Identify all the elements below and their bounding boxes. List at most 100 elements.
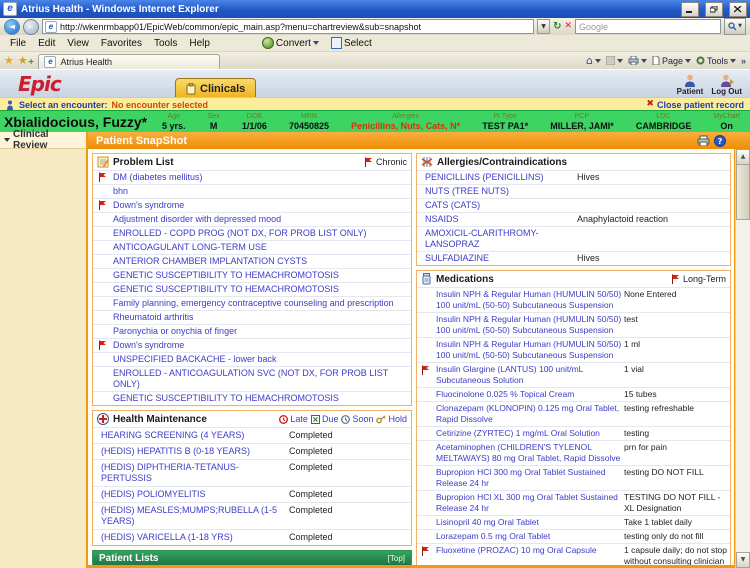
problem-row[interactable]: GENETIC SUSCEPTIBILITY TO HEMACHROMOTOSI… xyxy=(93,391,411,405)
menu-item[interactable]: Edit xyxy=(32,38,61,49)
forward-icon[interactable]: ► xyxy=(23,18,39,35)
medication-name[interactable]: Acetaminophen (CHILDREN'S TYLENOL MELTAW… xyxy=(417,442,624,464)
medication-name[interactable]: Fluocinolone 0.025 % Topical Cream xyxy=(417,389,624,400)
medication-row[interactable]: Insulin Glargine (LANTUS) 100 unit/mL Su… xyxy=(417,362,730,387)
favorites-tab-atrius[interactable]: e Atrius Health xyxy=(38,54,221,69)
close-patient-record-button[interactable]: ✖ Close patient record xyxy=(646,100,744,110)
scrollbar-thumb[interactable] xyxy=(736,164,750,220)
problem-row[interactable]: Rheumatoid arthritis xyxy=(93,310,411,324)
problem-text[interactable]: Adjustment disorder with depressed mood xyxy=(113,214,281,224)
medication-name[interactable]: Bupropion HCl XL 300 mg Oral Tablet Sust… xyxy=(417,492,624,514)
refresh-icon[interactable]: ↻ xyxy=(553,21,561,32)
problem-row[interactable]: Down's syndrome xyxy=(93,198,411,212)
menu-item[interactable]: View xyxy=(61,38,95,49)
allergy-name[interactable]: NSAIDS xyxy=(417,214,577,225)
feeds-button[interactable] xyxy=(605,56,623,65)
hm-topic[interactable]: (HEDIS) VARICELLA (1-18 YRS) xyxy=(93,532,289,543)
medication-row[interactable]: Fluocinolone 0.025 % Topical Cream 15 tu… xyxy=(417,387,730,401)
problem-text[interactable]: Family planning, emergency contraceptive… xyxy=(113,298,394,308)
medication-row[interactable]: Bupropion HCl XL 300 mg Oral Tablet Sust… xyxy=(417,490,730,515)
hm-topic[interactable]: (HEDIS) POLIOMYELITIS xyxy=(93,489,289,500)
search-box[interactable]: Google xyxy=(575,19,721,34)
health-maintenance-row[interactable]: (HEDIS) MEASLES;MUMPS;RUBELLA (1-5 YEARS… xyxy=(93,502,411,529)
health-maintenance-row[interactable]: (HEDIS) DIPHTHERIA-TETANUS-PERTUSSIS Com… xyxy=(93,459,411,486)
menu-item[interactable]: Help xyxy=(183,38,216,49)
allergy-name[interactable]: CATS (CATS) xyxy=(417,200,577,211)
problem-text[interactable]: GENETIC SUSCEPTIBILITY TO HEMACHROMOTOSI… xyxy=(113,270,339,280)
medication-row[interactable]: Clonazepam (KLONOPIN) 0.125 mg Oral Tabl… xyxy=(417,401,730,426)
convert-button[interactable]: Convert xyxy=(256,37,325,49)
problem-row[interactable]: ENROLLED - ANTICOAGULATION SVC (NOT DX, … xyxy=(93,366,411,391)
health-maintenance-row[interactable]: (HEDIS) HEPATITIS B (0-18 YEARS) Complet… xyxy=(93,443,411,459)
problem-row[interactable]: Adjustment disorder with depressed mood xyxy=(93,212,411,226)
medication-row[interactable]: Insulin NPH & Regular Human (HUMULIN 50/… xyxy=(417,312,730,337)
close-button[interactable] xyxy=(729,1,747,17)
medication-name[interactable]: Lorazepam 0.5 mg Oral Tablet xyxy=(417,531,624,542)
problem-text[interactable]: ENROLLED - COPD PROG (NOT DX, FOR PROB L… xyxy=(113,228,367,238)
medication-row[interactable]: Acetaminophen (CHILDREN'S TYLENOL MELTAW… xyxy=(417,440,730,465)
problem-row[interactable]: Paronychia or onychia of finger xyxy=(93,324,411,338)
problem-text[interactable]: Down's syndrome xyxy=(113,340,184,350)
problem-row[interactable]: UNSPECIFIED BACKACHE - lower back xyxy=(93,352,411,366)
tools-menu-button[interactable]: Tools xyxy=(696,56,736,66)
favorites-center-icon[interactable]: ★ xyxy=(4,55,14,66)
problem-row[interactable]: DM (diabetes mellitus) xyxy=(93,170,411,184)
allergy-row[interactable]: SULFADIAZINE Hives xyxy=(417,251,730,265)
problem-text[interactable]: GENETIC SUSCEPTIBILITY TO HEMACHROMOTOSI… xyxy=(113,393,339,403)
medication-name[interactable]: Insulin NPH & Regular Human (HUMULIN 50/… xyxy=(417,289,624,311)
medication-row[interactable]: Insulin NPH & Regular Human (HUMULIN 50/… xyxy=(417,337,730,362)
allergy-name[interactable]: SULFADIAZINE xyxy=(417,253,577,264)
problem-row[interactable]: ENROLLED - COPD PROG (NOT DX, FOR PROB L… xyxy=(93,226,411,240)
allergy-row[interactable]: NUTS (TREE NUTS) xyxy=(417,184,730,198)
medication-name[interactable]: Clonazepam (KLONOPIN) 0.125 mg Oral Tabl… xyxy=(417,403,624,425)
menu-item[interactable]: Tools xyxy=(148,38,183,49)
problem-text[interactable]: ENROLLED - ANTICOAGULATION SVC (NOT DX, … xyxy=(113,368,388,389)
medication-name[interactable]: Insulin NPH & Regular Human (HUMULIN 50/… xyxy=(417,339,624,361)
encounter-prompt[interactable]: Select an encounter: xyxy=(19,100,108,110)
convert-dropdown-icon[interactable] xyxy=(312,41,319,45)
page-menu-button[interactable]: Page xyxy=(652,56,691,66)
problem-text[interactable]: Down's syndrome xyxy=(113,200,184,210)
medication-row[interactable]: Insulin NPH & Regular Human (HUMULIN 50/… xyxy=(417,287,730,312)
allergy-row[interactable]: PENICILLINS (PENICILLINS) Hives xyxy=(417,170,730,184)
problem-row[interactable]: ANTICOAGULANT LONG-TERM USE xyxy=(93,240,411,254)
snapshot-help-icon[interactable]: ? xyxy=(714,134,726,147)
restore-button[interactable] xyxy=(705,1,723,17)
problem-row[interactable]: Family planning, emergency contraceptive… xyxy=(93,296,411,310)
top-link[interactable]: [Top] xyxy=(388,554,405,563)
minimize-button[interactable] xyxy=(681,1,699,17)
add-favorite-icon[interactable]: ★+ xyxy=(18,55,35,66)
menu-item[interactable]: Favorites xyxy=(95,38,148,49)
patient-button[interactable]: Patient xyxy=(677,74,703,96)
hm-topic[interactable]: HEARING SCREENING (4 YEARS) xyxy=(93,430,289,441)
allergy-row[interactable]: AMOXICIL-CLARITHROMY-LANSOPRAZ xyxy=(417,226,730,251)
back-icon[interactable]: ◄ xyxy=(4,18,20,35)
hm-topic[interactable]: (HEDIS) DIPHTHERIA-TETANUS-PERTUSSIS xyxy=(93,462,289,484)
medication-row[interactable]: Cetirizine (ZYRTEC) 1 mg/mL Oral Solutio… xyxy=(417,426,730,440)
hm-topic[interactable]: (HEDIS) HEPATITIS B (0-18 YEARS) xyxy=(93,446,289,457)
problem-text[interactable]: UNSPECIFIED BACKACHE - lower back xyxy=(113,354,277,364)
chevron-more-icon[interactable]: » xyxy=(741,56,746,66)
problem-row[interactable]: GENETIC SUSCEPTIBILITY TO HEMACHROMOTOSI… xyxy=(93,268,411,282)
address-field[interactable]: e http://wkenrmbapp01/EpicWeb/common/epi… xyxy=(42,19,535,34)
search-button[interactable]: ▼ xyxy=(724,18,746,35)
sidebar-item-clinical-review[interactable]: Clinical Review xyxy=(0,129,86,151)
panel-title[interactable]: Problem List xyxy=(113,157,174,168)
select-button[interactable]: Select xyxy=(325,37,378,49)
medication-name[interactable]: Cetirizine (ZYRTEC) 1 mg/mL Oral Solutio… xyxy=(417,428,624,439)
problem-row[interactable]: ANTERIOR CHAMBER IMPLANTATION CYSTS xyxy=(93,254,411,268)
panel-title[interactable]: Allergies/Contraindications xyxy=(437,157,567,168)
problem-text[interactable]: bhn xyxy=(113,186,128,196)
health-maintenance-row[interactable]: (HEDIS) POLIOMYELITIS Completed xyxy=(93,486,411,502)
medication-row[interactable]: Bupropion HCl 300 mg Oral Tablet Sustain… xyxy=(417,465,730,490)
problem-text[interactable]: ANTICOAGULANT LONG-TERM USE xyxy=(113,242,267,252)
hm-topic[interactable]: (HEDIS) MEASLES;MUMPS;RUBELLA (1-5 YEARS… xyxy=(93,505,289,527)
medication-name[interactable]: Lisinopril 40 mg Oral Tablet xyxy=(417,517,624,528)
snapshot-print-icon[interactable] xyxy=(697,135,710,146)
health-maintenance-row[interactable]: HEARING SCREENING (4 YEARS) Completed xyxy=(93,427,411,443)
tab-clinicals[interactable]: Clinicals xyxy=(175,78,257,98)
medication-row[interactable]: Lisinopril 40 mg Oral Tablet Take 1 tabl… xyxy=(417,515,730,529)
problem-row[interactable]: bhn xyxy=(93,184,411,198)
problem-row[interactable]: Down's syndrome xyxy=(93,338,411,352)
medication-name[interactable]: Bupropion HCl 300 mg Oral Tablet Sustain… xyxy=(417,467,624,489)
